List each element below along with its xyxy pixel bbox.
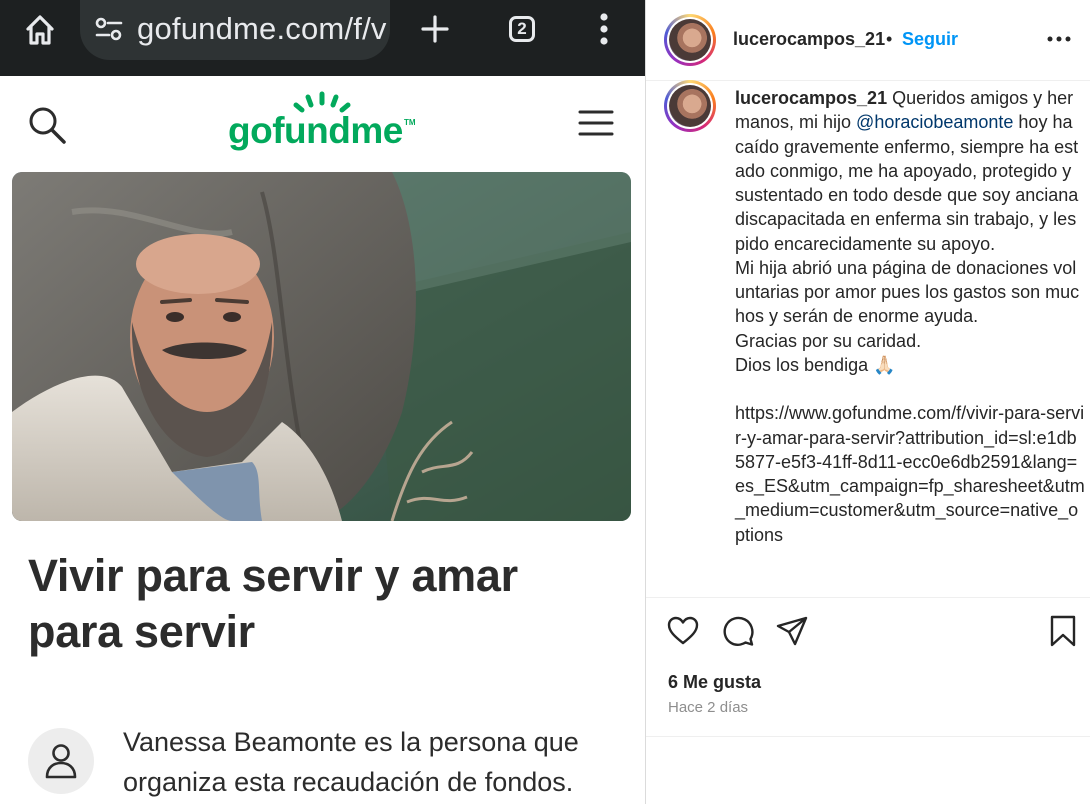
organizer-description: Vanessa Beamonte es la persona que organ…: [123, 727, 579, 797]
tab-count: 2: [509, 16, 535, 42]
post-caption: lucerocampos_21 Queridos amigos y herman…: [735, 86, 1085, 547]
new-tab-button[interactable]: [414, 8, 456, 50]
address-bar[interactable]: gofundme.com/f/vivir-para-servir: [80, 0, 390, 60]
search-icon[interactable]: [26, 104, 68, 146]
post-timestamp[interactable]: Hace 2 días: [668, 699, 748, 716]
more-vertical-icon: [600, 13, 608, 45]
tab-switcher-button[interactable]: 2: [501, 8, 543, 50]
gofundme-logo[interactable]: gofundme TM: [228, 90, 418, 160]
actions-divider: [646, 597, 1090, 598]
author-avatar[interactable]: [664, 14, 716, 66]
hamburger-menu-icon[interactable]: [578, 108, 614, 138]
heart-icon[interactable]: [666, 614, 700, 648]
comment-icon[interactable]: [721, 614, 755, 648]
plus-icon: [421, 15, 449, 43]
organizer-avatar: [28, 728, 94, 794]
campaign-hero-photo: [12, 172, 631, 521]
caption-text-body: hoy ha caído gravemente enfermo, siempre…: [735, 112, 1085, 545]
avatar-image: [669, 85, 711, 127]
home-icon: [26, 15, 54, 45]
url-text[interactable]: gofundme.com/f/vivir-para-servir: [137, 11, 387, 47]
separator-dot: •: [886, 29, 893, 49]
caption-avatar[interactable]: [664, 80, 716, 132]
follow-button[interactable]: Seguir: [902, 29, 958, 50]
comment-divider: [646, 736, 1090, 737]
logo-wordmark: gofundme: [228, 110, 403, 151]
avatar-image: [669, 19, 711, 61]
instagram-post-panel: lucerocampos_21 • Seguir lucerocampos_21…: [646, 0, 1090, 804]
browser-toolbar: gofundme.com/f/vivir-para-servir 2: [0, 0, 645, 76]
more-horizontal-icon[interactable]: [1046, 28, 1072, 50]
user-icon: [45, 744, 77, 779]
likes-count[interactable]: 6 Me gusta: [668, 672, 761, 693]
gofundme-mobile-screenshot: gofundme.com/f/vivir-para-servir 2: [0, 0, 645, 804]
logo-trademark: TM: [404, 118, 416, 127]
author-username[interactable]: lucerocampos_21: [733, 29, 885, 50]
tune-icon[interactable]: [94, 16, 124, 42]
caption-username[interactable]: lucerocampos_21: [735, 88, 887, 108]
send-icon[interactable]: [775, 614, 809, 648]
home-button[interactable]: [20, 10, 60, 50]
browser-menu-button[interactable]: [586, 8, 622, 50]
bookmark-icon[interactable]: [1046, 614, 1080, 648]
caption-mention-link[interactable]: @horaciobeamonte: [856, 112, 1013, 132]
header-divider: [646, 80, 1090, 81]
campaign-title: Vivir para servir y amar para servir: [28, 550, 518, 657]
